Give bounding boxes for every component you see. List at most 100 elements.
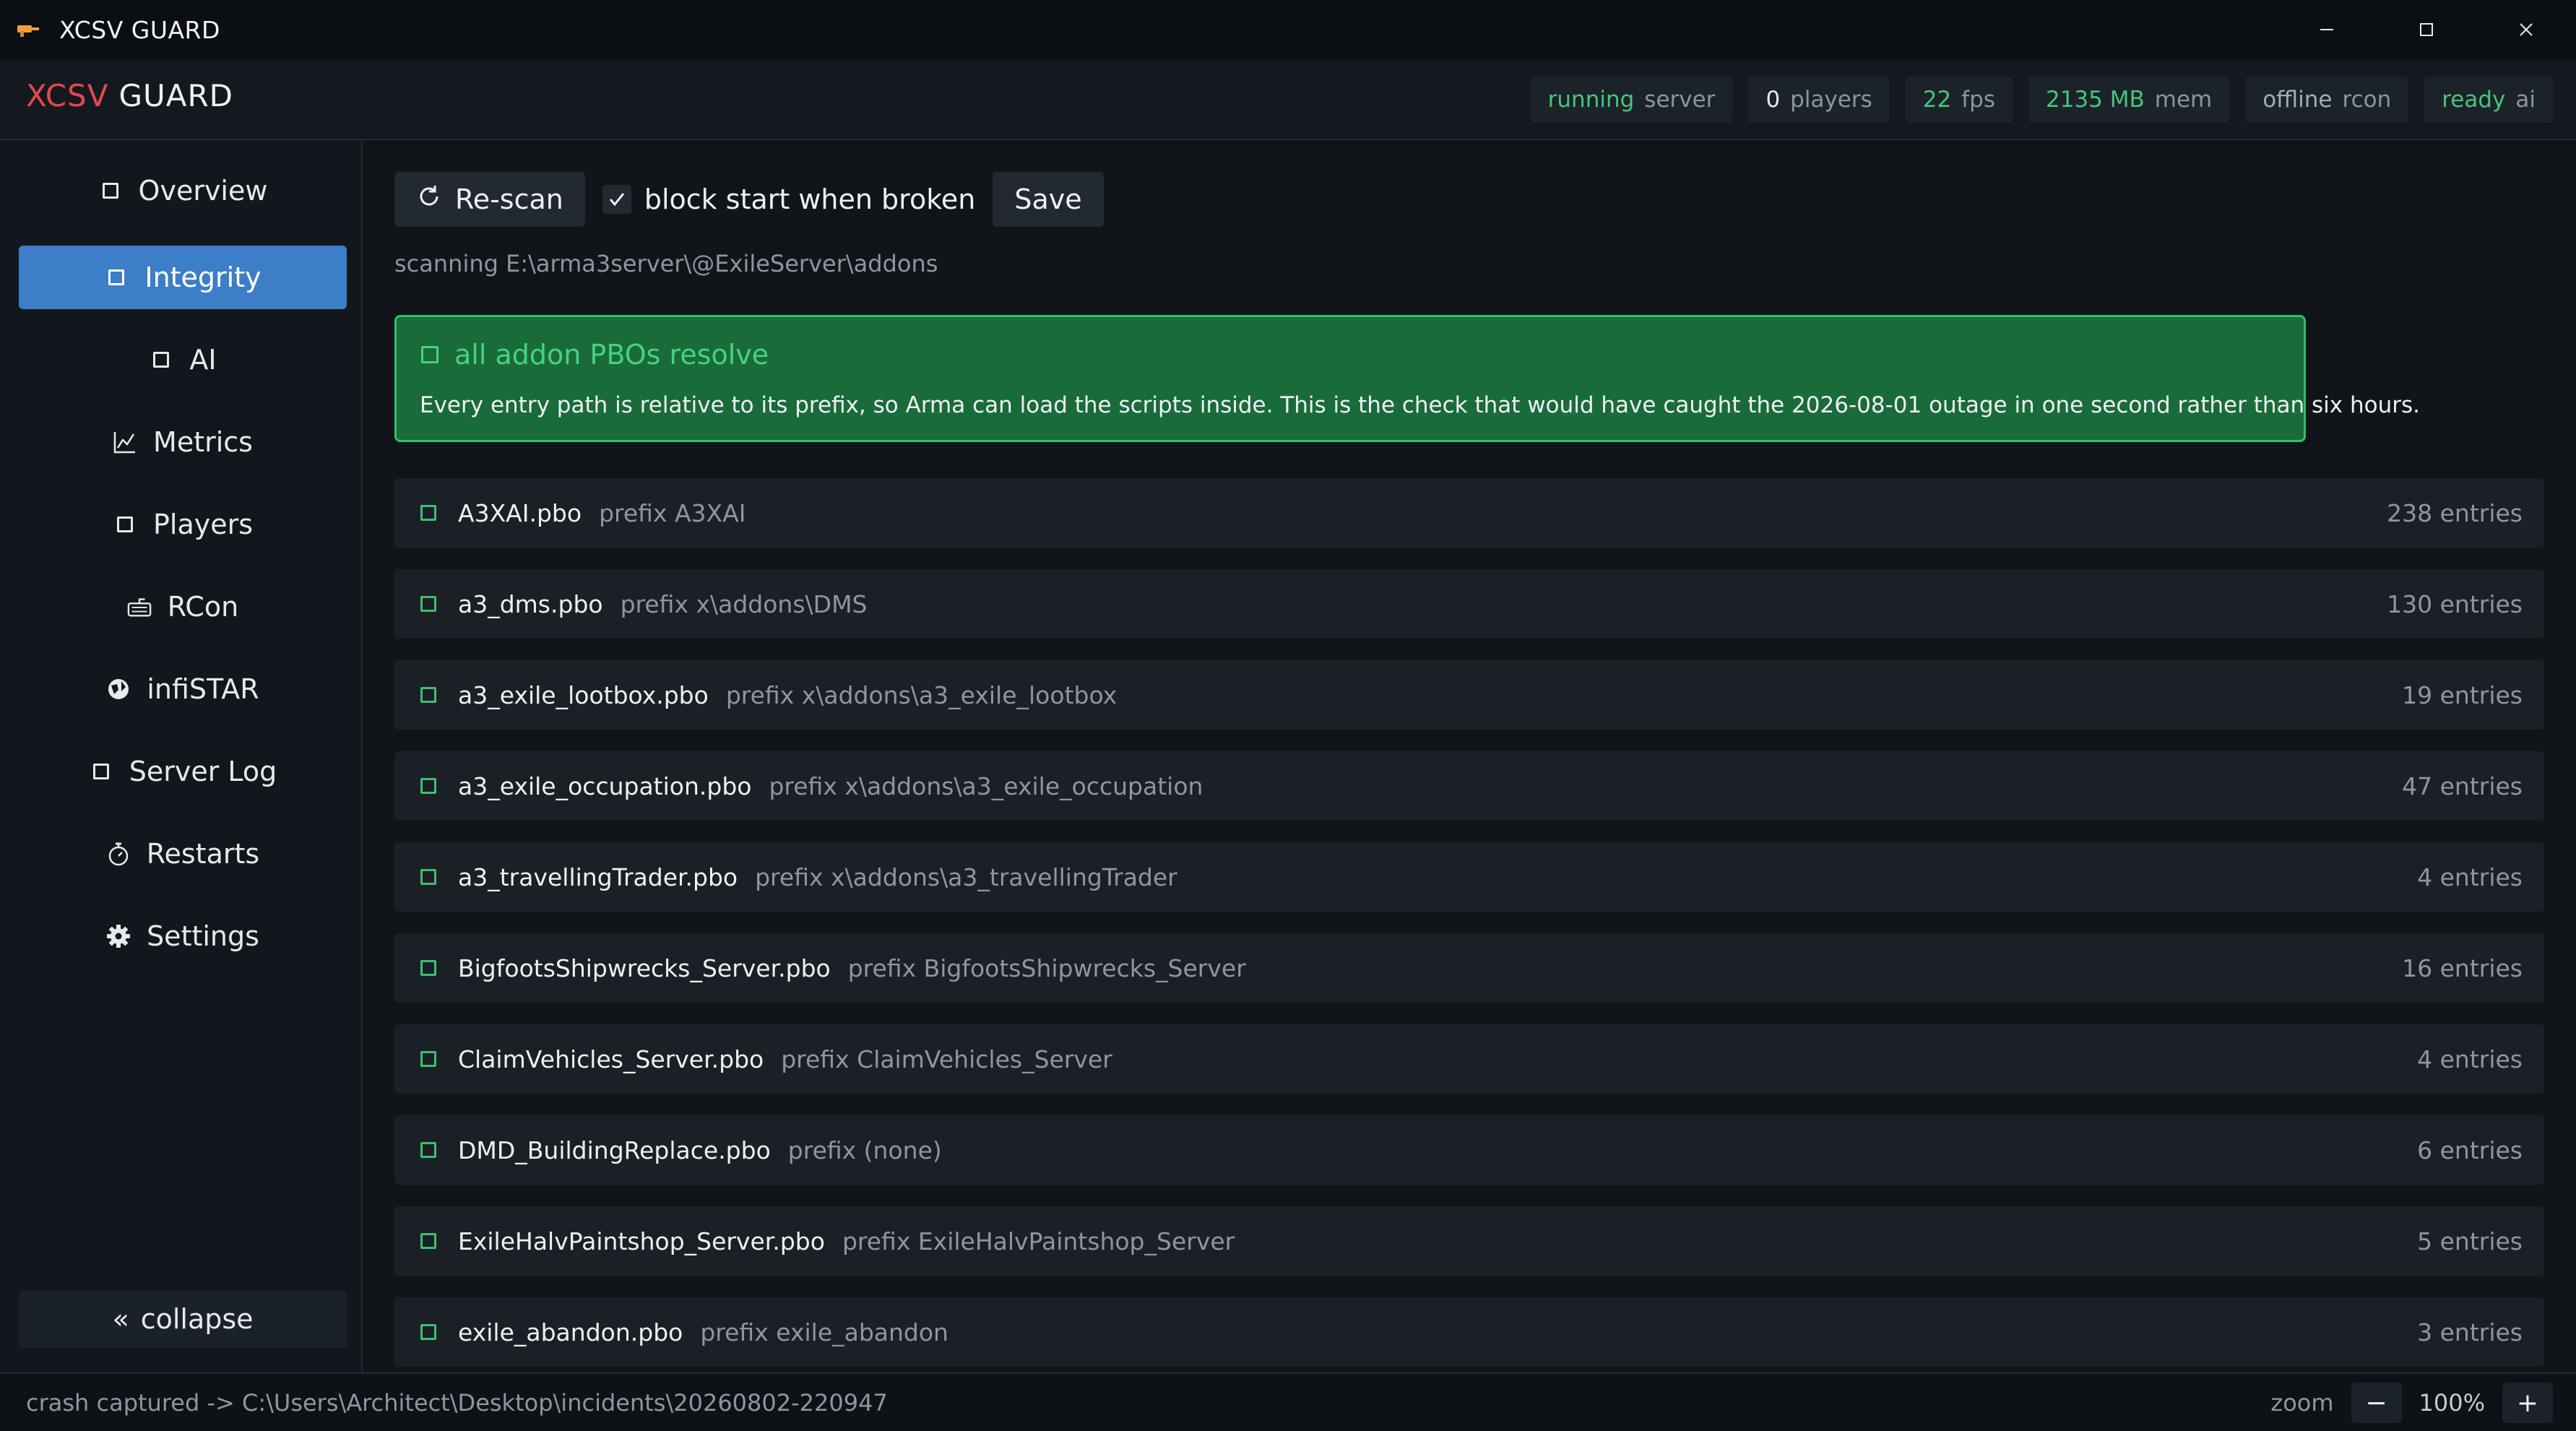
stat-label: mem [2154, 87, 2213, 113]
sidebar-item-metrics[interactable]: Metrics [19, 410, 347, 474]
status-box-body: Every entry path is relative to its pref… [420, 392, 2421, 418]
brand-part2: GUARD [118, 78, 233, 113]
pbo-row[interactable]: A3XAI.pbo prefix A3XAI 238 entries [394, 478, 2544, 548]
pbo-name: exile_abandon.pbo [458, 1318, 683, 1346]
pbo-prefix: prefix ExileHalvPaintshop_Server [842, 1227, 1235, 1255]
sidebar-item-server-log[interactable]: Server Log [19, 740, 347, 803]
collapse-sidebar-button[interactable]: « collapse [19, 1290, 347, 1348]
sidebar-item-infistar[interactable]: infiSTAR [19, 657, 347, 721]
stopwatch-icon [106, 842, 131, 866]
pbo-entries: 4 entries [2417, 863, 2523, 891]
pbo-name: ExileHalvPaintshop_Server.pbo [458, 1227, 825, 1255]
pbo-prefix: prefix x\addons\DMS [620, 589, 868, 618]
app-header: XCSV GUARD running server 0 players 22 fp… [0, 59, 2576, 140]
pbo-ok-icon [420, 1233, 436, 1249]
checkmark-icon[interactable] [602, 185, 631, 214]
pbo-row[interactable]: a3_dms.pbo prefix x\addons\DMS 130 entri… [394, 569, 2544, 639]
maximize-icon [2420, 23, 2433, 36]
status-stats: running server 0 players 22 fps 2135 MB … [1530, 77, 2553, 123]
app-logo-icon [14, 15, 43, 44]
pbo-name: BigfootsShipwrecks_Server.pbo [458, 954, 831, 982]
sidebar-item-label: Overview [138, 175, 268, 207]
pbo-entries: 6 entries [2417, 1136, 2523, 1164]
collapse-label: collapse [140, 1303, 254, 1335]
square-icon [149, 347, 173, 372]
save-button[interactable]: Save [993, 172, 1104, 227]
crash-status-text: crash captured -> C:\Users\Architect\Des… [26, 1388, 888, 1417]
pbo-name: a3_exile_lootbox.pbo [458, 680, 709, 709]
keyboard-icon [127, 595, 152, 619]
pbo-prefix: prefix A3XAI [599, 498, 746, 527]
pbo-entries: 5 entries [2417, 1227, 2523, 1255]
sidebar-item-label: Settings [147, 920, 259, 952]
sidebar-item-label: AI [189, 344, 217, 376]
sidebar-item-ai[interactable]: AI [19, 328, 347, 392]
pbo-entries: 47 entries [2402, 771, 2523, 800]
integrity-status-box: all addon PBOs resolve Every entry path … [394, 315, 2420, 442]
pbo-entries: 4 entries [2417, 1045, 2523, 1073]
sidebar-item-players[interactable]: Players [19, 493, 347, 556]
stat-value: offline [2262, 87, 2333, 113]
pbo-row[interactable]: a3_travellingTrader.pbo prefix x\addons\… [394, 842, 2544, 912]
status-title-text: all addon PBOs resolve [454, 339, 769, 371]
minimize-button[interactable] [2277, 0, 2377, 59]
sidebar-item-overview[interactable]: Overview [19, 159, 347, 222]
stat-rcon: offline rcon [2245, 77, 2409, 123]
sidebar-item-restarts[interactable]: Restarts [19, 822, 347, 886]
stat-label: server [1644, 87, 1716, 113]
pbo-ok-icon [420, 778, 436, 794]
stat-mem: 2135 MB mem [2028, 77, 2230, 123]
pbo-row[interactable]: BigfootsShipwrecks_Server.pbo prefix Big… [394, 933, 2544, 1003]
pbo-prefix: prefix x\addons\a3_exile_lootbox [725, 680, 1118, 709]
stat-value: 2135 MB [2045, 87, 2145, 113]
rescan-button[interactable]: Re-scan [394, 172, 585, 227]
pbo-ok-icon [420, 687, 436, 703]
pbo-list: A3XAI.pbo prefix A3XAI 238 entries a3_dm… [394, 478, 2544, 1372]
minimize-icon [2320, 29, 2333, 30]
pbo-row[interactable]: DMD_BuildingReplace.pbo prefix (none) 6 … [394, 1115, 2544, 1185]
pbo-prefix: prefix x\addons\a3_travellingTrader [755, 863, 1177, 891]
stat-label: rcon [2342, 87, 2392, 113]
close-button[interactable] [2476, 0, 2576, 59]
stat-value: 0 [1765, 87, 1781, 113]
sidebar-item-label: Server Log [129, 756, 277, 787]
block-start-checkbox[interactable]: block start when broken [602, 183, 975, 215]
refresh-icon [416, 183, 442, 216]
stat-label: ai [2515, 87, 2536, 113]
gear-icon [106, 924, 131, 948]
pbo-ok-icon [420, 1051, 436, 1067]
zoom-label: zoom [2270, 1389, 2334, 1417]
rescan-label: Re-scan [455, 183, 563, 215]
pbo-name: a3_dms.pbo [458, 589, 603, 618]
sidebar-item-label: Restarts [146, 838, 260, 870]
sidebar-item-label: RCon [167, 591, 239, 623]
window-title: XCSV GUARD [59, 15, 220, 44]
sidebar-item-settings[interactable]: Settings [19, 904, 347, 968]
maximize-button[interactable] [2377, 0, 2476, 59]
pbo-row[interactable]: a3_exile_occupation.pbo prefix x\addons\… [394, 751, 2544, 821]
scan-path: scanning E:\arma3server\@ExileServer\add… [394, 250, 938, 277]
pbo-row[interactable]: ExileHalvPaintshop_Server.pbo prefix Exi… [394, 1206, 2544, 1276]
sidebar-item-rcon[interactable]: RCon [19, 575, 347, 639]
zoom-out-button[interactable]: − [2351, 1383, 2402, 1423]
pbo-name: ClaimVehicles_Server.pbo [458, 1045, 764, 1073]
pbo-row[interactable]: exile_abandon.pbo prefix exile_abandon 3… [394, 1297, 2544, 1367]
window-titlebar: XCSV GUARD [0, 0, 2576, 59]
shield-icon [106, 677, 131, 701]
pbo-prefix: prefix x\addons\a3_exile_occupation [769, 771, 1203, 800]
pbo-row[interactable]: ClaimVehicles_Server.pbo prefix ClaimVeh… [394, 1024, 2544, 1094]
pbo-name: A3XAI.pbo [458, 498, 582, 527]
pbo-row[interactable]: a3_exile_lootbox.pbo prefix x\addons\a3_… [394, 660, 2544, 730]
sidebar: Overview Integrity AI Metrics Players RC… [0, 140, 363, 1372]
pbo-name: DMD_BuildingReplace.pbo [458, 1136, 771, 1164]
pbo-entries: 130 entries [2387, 589, 2523, 618]
integrity-panel: Re-scan block start when broken Save sca… [364, 142, 2576, 1372]
stat-value: running [1547, 87, 1635, 113]
pbo-ok-icon [420, 596, 436, 612]
pbo-entries: 16 entries [2402, 954, 2523, 982]
stat-fps: 22 fps [1905, 77, 2013, 123]
pbo-prefix: prefix exile_abandon [700, 1318, 948, 1346]
zoom-in-button[interactable]: + [2502, 1383, 2553, 1423]
zoom-value: 100% [2419, 1389, 2485, 1417]
sidebar-item-integrity[interactable]: Integrity [19, 246, 347, 309]
